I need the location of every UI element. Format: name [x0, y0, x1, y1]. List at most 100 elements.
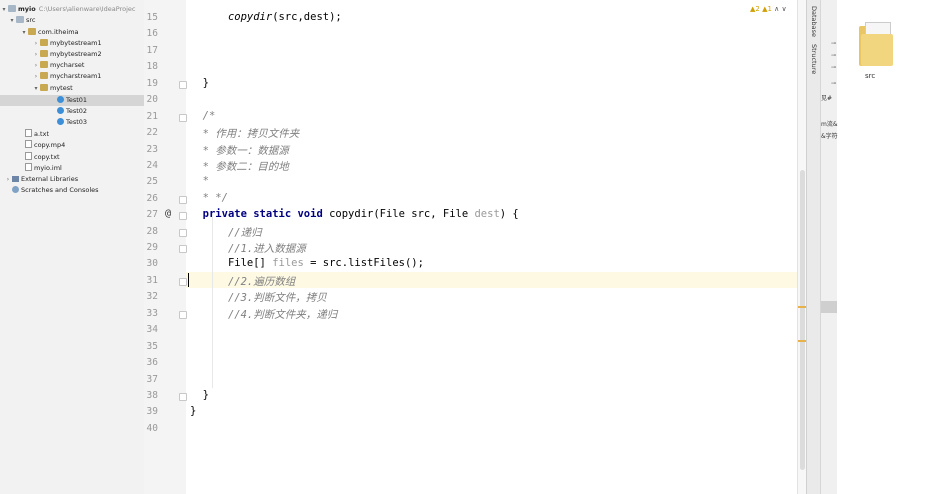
pin-icon[interactable]: ⊸: [831, 64, 836, 71]
folder-icon: [8, 5, 16, 12]
line-number: 28: [146, 226, 158, 237]
project-name: myio: [18, 5, 36, 13]
pin-icon[interactable]: ⊸: [831, 52, 836, 59]
pin-icon[interactable]: ⊸: [831, 80, 836, 87]
chevron-right-icon[interactable]: ›: [32, 60, 40, 71]
java-class-icon: [57, 118, 64, 125]
tree-item-src[interactable]: ▾ src: [8, 15, 36, 26]
line-number: 24: [146, 160, 158, 171]
explorer-side-text[interactable]: 见#: [821, 93, 832, 102]
chevron-down-icon[interactable]: ▾: [0, 4, 8, 15]
folder-label[interactable]: src: [865, 72, 875, 80]
weak-warning-count[interactable]: ▲1: [762, 5, 772, 13]
tree-root-myio[interactable]: ▾ myio C:\Users\alienware\IdeaProjec: [0, 4, 135, 15]
fold-marker[interactable]: [179, 229, 187, 237]
code-line-21: /*: [202, 110, 216, 122]
code-line-23: * 参数一：数据源: [202, 145, 289, 157]
tree-item-label: mycharset: [50, 61, 85, 69]
tree-item-label: myio.iml: [34, 164, 62, 172]
fold-marker[interactable]: [179, 114, 187, 122]
code-line-26: * */: [202, 192, 228, 204]
fold-marker[interactable]: [179, 212, 187, 220]
override-marker-icon[interactable]: @: [165, 208, 171, 219]
tree-item-mybytestream1[interactable]: › mybytestream1: [32, 38, 102, 49]
tree-item-label: mybytestream1: [50, 39, 102, 47]
tree-item-mycharset[interactable]: › mycharset: [32, 60, 84, 71]
fold-marker[interactable]: [179, 393, 187, 401]
line-number: 30: [146, 258, 158, 269]
chevron-right-icon[interactable]: ›: [32, 71, 40, 82]
chevron-down-icon[interactable]: ▾: [8, 15, 16, 26]
inspection-widget[interactable]: ▲2 ▲1 ∧ ∨: [750, 5, 787, 13]
text-file-icon: [25, 152, 32, 160]
line-number: 31: [146, 275, 158, 286]
chevron-down-icon[interactable]: ▾: [32, 83, 40, 94]
tree-item-copy-txt[interactable]: copy.txt: [24, 152, 60, 163]
line-number: 38: [146, 390, 158, 401]
right-tool-bar: Database Structure: [806, 0, 821, 494]
package-icon: [40, 84, 48, 91]
java-class-icon: [57, 107, 64, 114]
package-icon: [40, 50, 48, 57]
code-line-25: *: [202, 175, 209, 187]
structure-tool-tab[interactable]: Structure: [810, 44, 818, 74]
line-number: 25: [146, 176, 158, 187]
code-line-30: File[] files = src.listFiles();: [227, 257, 424, 269]
package-icon: [40, 72, 48, 79]
tree-item-external-libraries[interactable]: › External Libraries: [4, 174, 78, 185]
chevron-right-icon[interactable]: ›: [32, 49, 40, 60]
tree-item-test02[interactable]: Test02: [57, 106, 87, 117]
tree-item-myio-iml[interactable]: myio.iml: [24, 163, 62, 174]
line-number: 22: [146, 127, 158, 138]
line-number: 17: [146, 45, 158, 56]
tree-item-scratches[interactable]: Scratches and Consoles: [12, 185, 99, 196]
tree-item-label: a.txt: [34, 130, 49, 138]
chevron-right-icon[interactable]: ›: [4, 174, 12, 185]
tree-item-mybytestream2[interactable]: › mybytestream2: [32, 49, 102, 60]
line-number: 29: [146, 242, 158, 253]
tree-item-label: src: [26, 16, 36, 24]
explorer-side-text[interactable]: &字符: [821, 131, 838, 140]
tree-item-copy-mp4[interactable]: copy.mp4: [24, 140, 65, 151]
warning-count[interactable]: ▲2: [750, 5, 760, 13]
tree-item-label: mycharstream1: [50, 72, 102, 80]
code-line-27: private static void copydir(File src, Fi…: [202, 208, 519, 220]
fold-marker[interactable]: [179, 196, 187, 204]
fold-marker[interactable]: [179, 278, 187, 286]
line-number: 34: [146, 324, 158, 335]
chevron-down-icon[interactable]: ▾: [20, 27, 28, 38]
code-line-29: //1.进入数据源: [227, 243, 306, 255]
tree-item-com-itheima[interactable]: ▾ com.itheima: [20, 27, 79, 38]
folder-icon[interactable]: [859, 22, 895, 66]
tree-item-a-txt[interactable]: a.txt: [24, 129, 49, 140]
tree-item-test03[interactable]: Test03: [57, 117, 87, 128]
code-line-32: //3.判断文件，拷贝: [227, 292, 327, 304]
line-number: 40: [146, 423, 158, 434]
tree-item-mycharstream1[interactable]: › mycharstream1: [32, 71, 101, 82]
next-highlight-button[interactable]: ∨: [782, 5, 787, 13]
line-number: 35: [146, 341, 158, 352]
code-line-33: //4.判断文件夹，递归: [227, 309, 338, 321]
scrollbar-thumb[interactable]: [800, 170, 805, 470]
previous-highlight-button[interactable]: ∧: [774, 5, 779, 13]
tree-item-mytest[interactable]: ▾ mytest: [32, 83, 73, 94]
pin-icon[interactable]: ⊸: [831, 40, 836, 47]
explorer-selected-item[interactable]: [821, 301, 837, 313]
database-tool-tab[interactable]: Database: [810, 6, 818, 37]
file-icon: [25, 140, 32, 148]
code-editor[interactable]: ▲2 ▲1 ∧ ∨ 15 16 17 18 19 20 21 22 23 24 …: [144, 0, 804, 494]
fold-marker[interactable]: [179, 311, 187, 319]
chevron-right-icon[interactable]: ›: [32, 38, 40, 49]
line-number: 33: [146, 308, 158, 319]
package-icon: [28, 28, 36, 35]
tree-item-label: Test01: [66, 96, 88, 104]
explorer-side-text[interactable]: m流&: [821, 119, 838, 128]
fold-marker[interactable]: [179, 245, 187, 253]
tree-item-test01[interactable]: Test01: [0, 95, 144, 106]
line-number: 26: [146, 193, 158, 204]
project-path: C:\Users\alienware\IdeaProjec: [38, 5, 136, 13]
folder-icon: [16, 16, 24, 23]
fold-marker[interactable]: [179, 81, 187, 89]
tree-item-label: com.itheima: [38, 28, 79, 36]
line-number: 16: [146, 28, 158, 39]
